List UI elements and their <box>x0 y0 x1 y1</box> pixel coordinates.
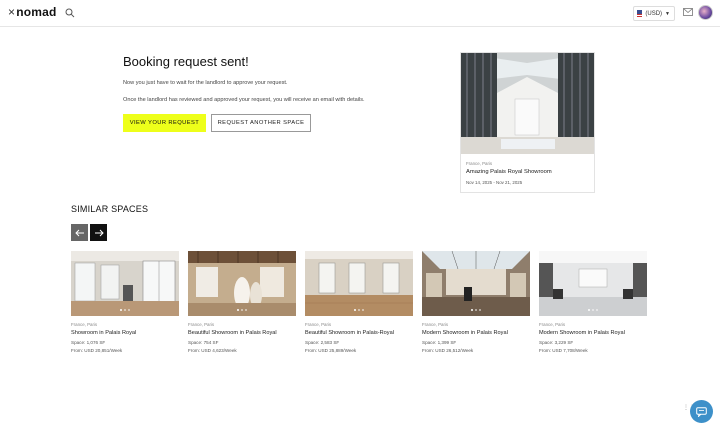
space-location: France, Paris <box>188 322 215 327</box>
booking-summary-card[interactable]: France, Paris Amazing Palais Royal Showr… <box>460 52 595 193</box>
space-photo <box>422 251 530 316</box>
space-photo <box>539 251 647 316</box>
search-icon[interactable] <box>65 8 75 18</box>
space-photo <box>305 251 413 316</box>
email-message: Once the landlord has reviewed and appro… <box>123 97 365 103</box>
arrow-left-icon <box>74 229 84 236</box>
top-nav: ×nomad (USD) ▼ <box>0 0 720 27</box>
chat-button[interactable] <box>690 400 713 423</box>
view-request-button[interactable]: VIEW YOUR REQUEST <box>123 114 206 132</box>
carousel-next-button[interactable] <box>90 224 107 241</box>
space-location: France, Paris <box>422 322 449 327</box>
space-price: From: USD 20,851/Week <box>71 348 123 353</box>
booking-dates: Nov 14, 2025 - Nov 21, 2025 <box>466 180 523 185</box>
mail-icon[interactable] <box>683 8 693 16</box>
wait-message: Now you just have to wait for the landlo… <box>123 80 288 86</box>
booking-photo <box>461 53 594 154</box>
carousel-prev-button[interactable] <box>71 224 88 241</box>
space-price: From: USD 7,708/Week <box>539 348 588 353</box>
currency-selector[interactable]: (USD) ▼ <box>633 6 675 21</box>
page-title: Booking request sent! <box>123 54 249 69</box>
space-name[interactable]: Showroom in Palais Royal <box>71 330 179 336</box>
drag-handle-icon[interactable]: ⋮⋮ <box>683 405 695 415</box>
booking-location: France, Paris <box>466 161 493 166</box>
space-price: From: USD 26,512/Week <box>422 348 474 353</box>
space-card[interactable]: France, Paris Modern Showroom in Palais … <box>422 251 530 353</box>
similar-spaces-heading: SIMILAR SPACES <box>71 204 149 214</box>
space-price: From: USD 25,889/Week <box>305 348 357 353</box>
space-photo <box>71 251 179 316</box>
space-size: Space: 1,399 SF <box>422 340 457 345</box>
request-another-space-button[interactable]: REQUEST ANOTHER SPACE <box>211 114 311 132</box>
space-size: Space: 2,583 SF <box>305 340 340 345</box>
space-price: From: USD 4,623/Week <box>188 348 237 353</box>
space-name[interactable]: Beautiful Showroom in Palais-Royal <box>305 330 413 336</box>
currency-label: (USD) <box>645 10 663 17</box>
space-photo <box>188 251 296 316</box>
booking-name: Amazing Palais Royal Showroom <box>466 169 552 175</box>
space-card[interactable]: France, Paris Modern Showroom in Palais … <box>539 251 647 353</box>
space-location: France, Paris <box>305 322 332 327</box>
avatar[interactable] <box>698 5 713 20</box>
space-card[interactable]: France, Paris Beautiful Showroom in Pala… <box>188 251 296 353</box>
space-location: France, Paris <box>539 322 566 327</box>
nomad-logo[interactable]: ×nomad <box>8 5 57 19</box>
arrow-right-icon <box>94 229 104 236</box>
chevron-down-icon: ▼ <box>665 10 670 17</box>
space-card[interactable]: France, Paris Beautiful Showroom in Pala… <box>305 251 413 353</box>
space-name[interactable]: Modern Showroom in Palais Royal <box>539 330 647 336</box>
chat-icon <box>696 406 707 417</box>
space-card[interactable]: France, Paris Showroom in Palais Royal S… <box>71 251 179 353</box>
space-location: France, Paris <box>71 322 98 327</box>
us-flag-icon <box>637 10 643 17</box>
space-size: Space: 1,076 SF <box>71 340 106 345</box>
space-name[interactable]: Modern Showroom in Palais Royal <box>422 330 530 336</box>
space-size: Space: 754 SF <box>188 340 219 345</box>
space-size: Space: 3,229 SF <box>539 340 574 345</box>
space-name[interactable]: Beautiful Showroom in Palais Royal <box>188 330 296 336</box>
